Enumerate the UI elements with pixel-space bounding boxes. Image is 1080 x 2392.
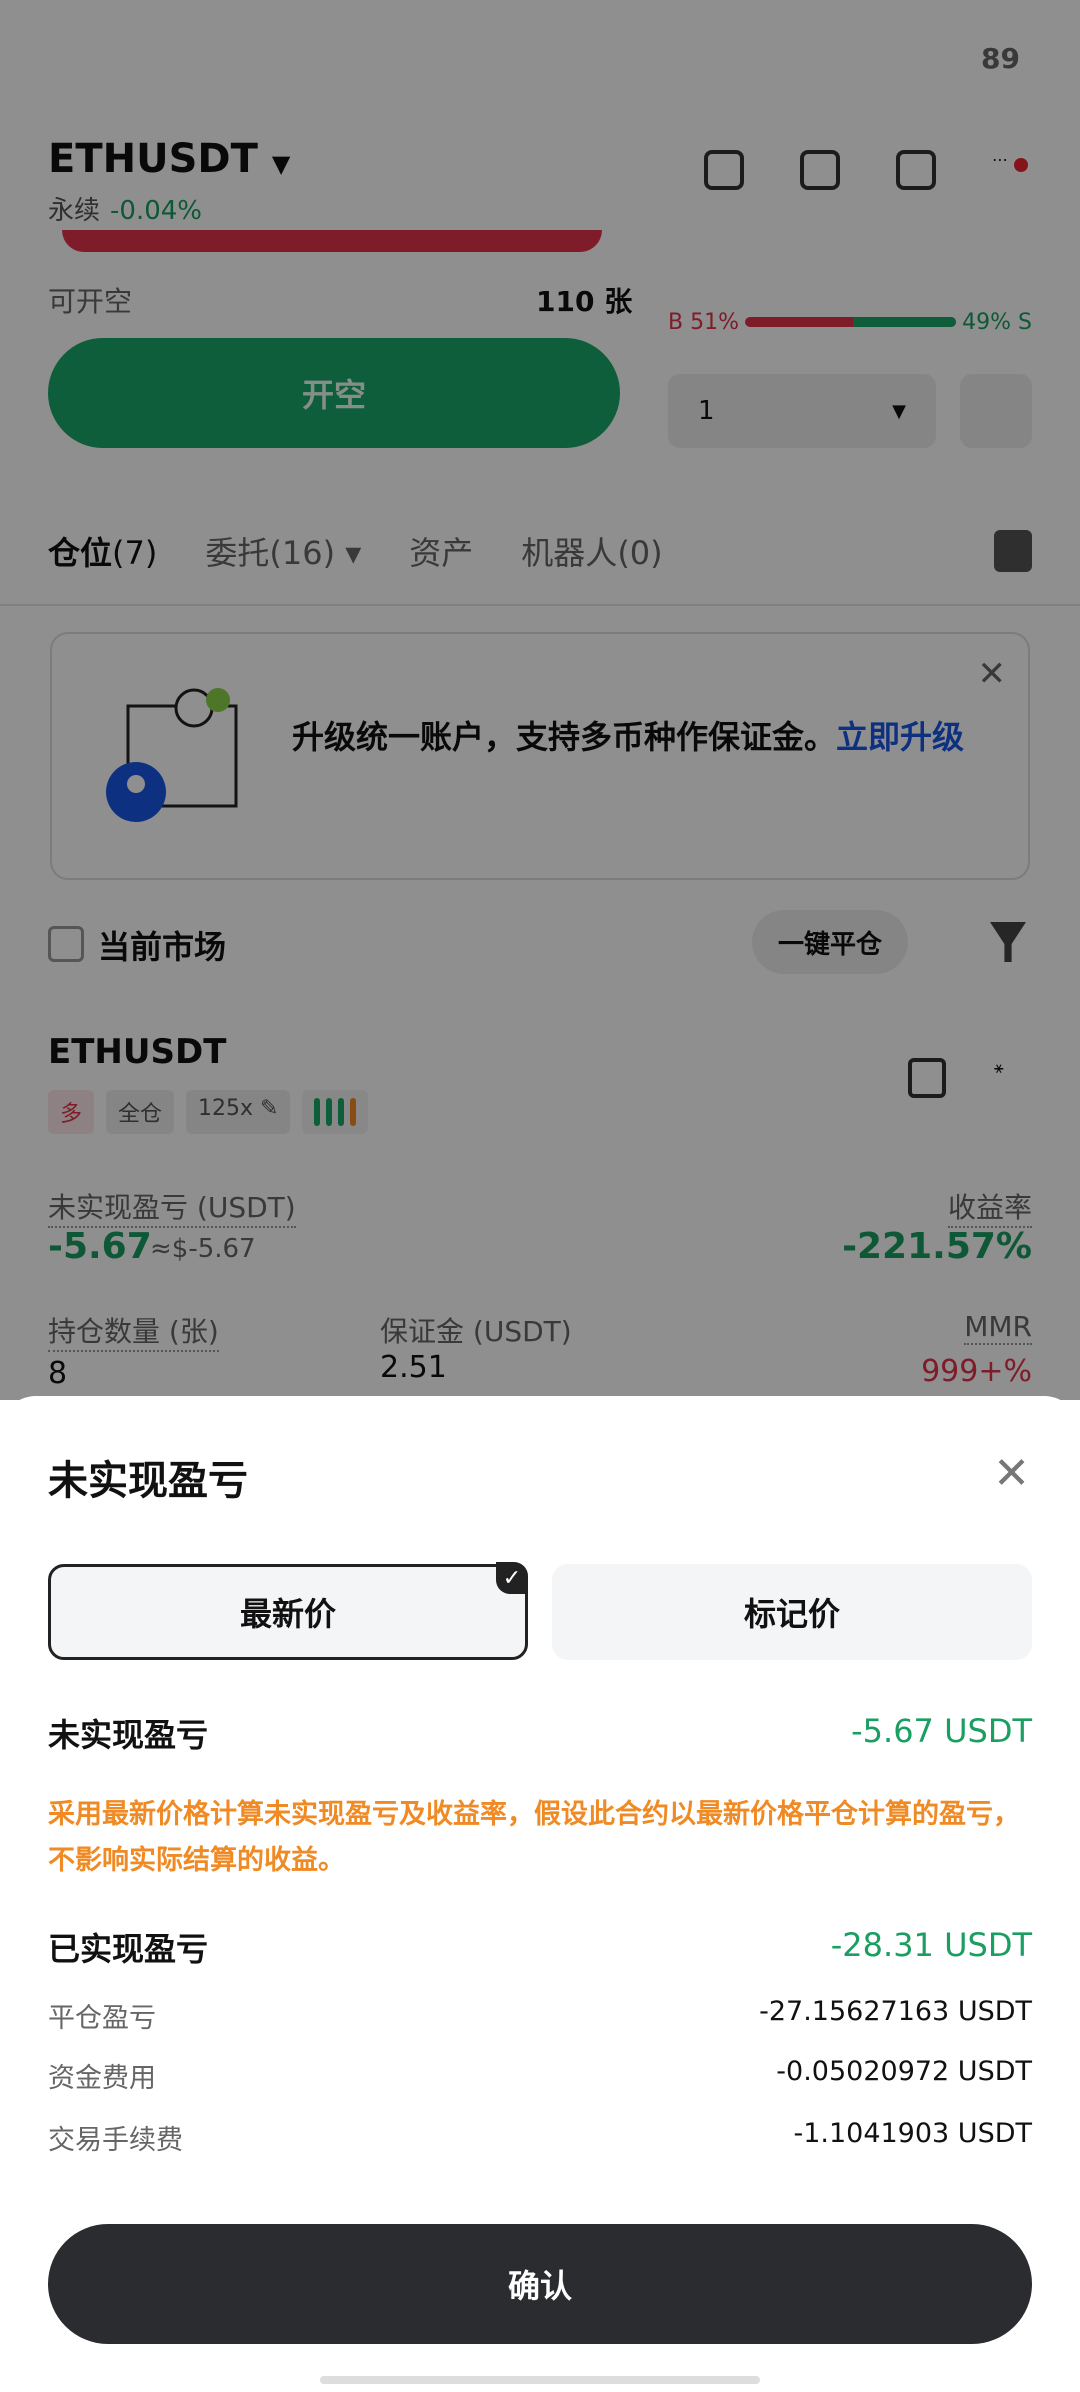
check-icon: ✓: [496, 1562, 528, 1594]
trading-fee-label: 交易手续费: [48, 2125, 183, 2156]
funding-fee-label: 资金费用: [48, 2063, 156, 2094]
close-pnl-label: 平仓盈亏: [48, 2003, 156, 2034]
close-pnl-value: -27.15627163 USDT: [759, 1996, 1032, 2027]
unrealized-label: 未实现盈亏: [48, 1716, 209, 1754]
home-indicator[interactable]: [320, 2376, 760, 2384]
calculation-note: 采用最新价格计算未实现盈亏及收益率，假设此合约以最新价格平仓计算的盈亏，不影响实…: [48, 1799, 1020, 1876]
sheet-title: 未实现盈亏: [48, 1458, 248, 1504]
option-last-price[interactable]: 最新价: [48, 1564, 528, 1660]
realized-value: -28.31 USDT: [830, 1926, 1032, 1964]
trading-fee-value: -1.1041903 USDT: [793, 2118, 1032, 2149]
confirm-button[interactable]: 确认: [48, 2224, 1032, 2344]
modal-overlay[interactable]: [0, 0, 1080, 1400]
unrealized-value: -5.67 USDT: [851, 1712, 1032, 1750]
option-mark-price[interactable]: 标记价: [552, 1564, 1032, 1660]
realized-label: 已实现盈亏: [48, 1930, 209, 1968]
funding-fee-value: -0.05020972 USDT: [776, 2056, 1032, 2087]
close-icon[interactable]: ✕: [993, 1448, 1030, 1499]
